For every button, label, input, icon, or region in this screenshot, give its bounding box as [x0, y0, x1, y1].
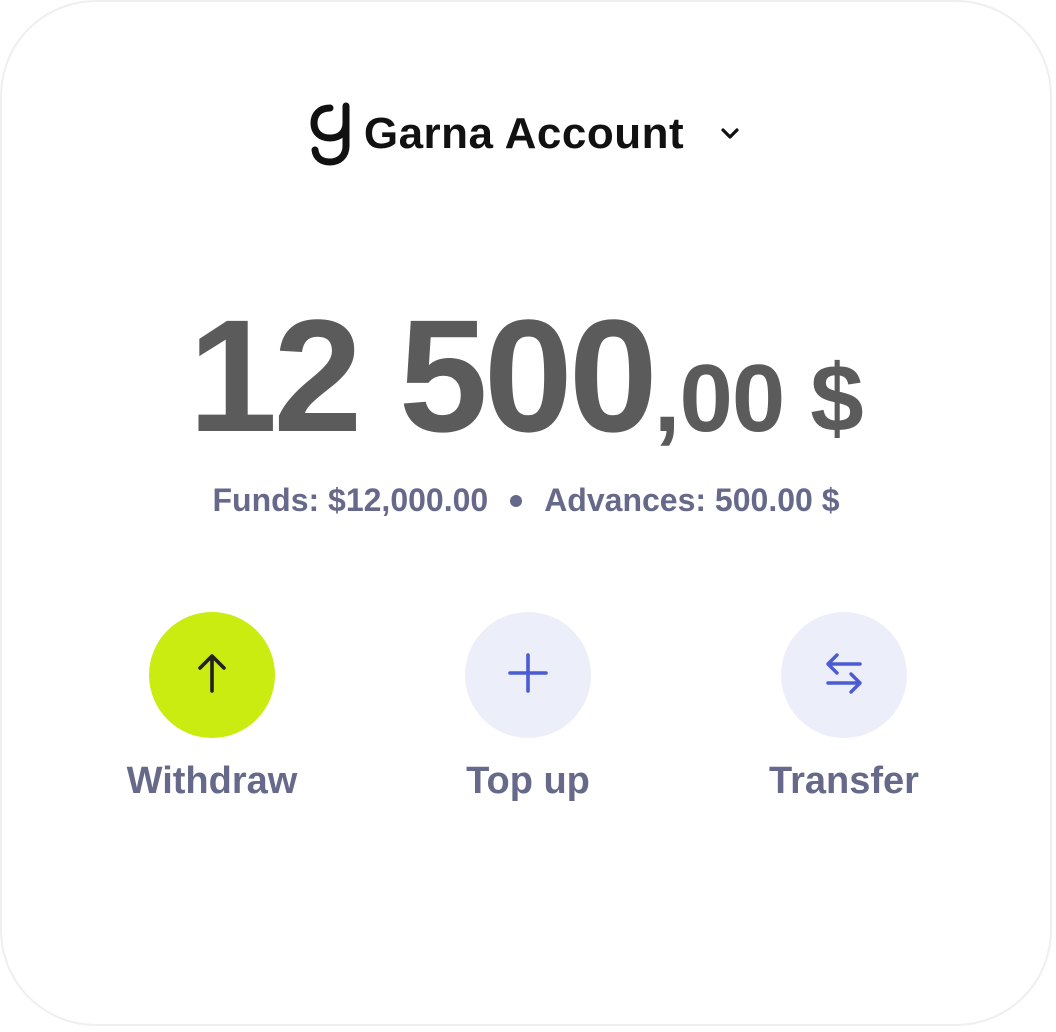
- withdraw-label: Withdraw: [126, 760, 298, 802]
- withdraw-circle[interactable]: [149, 612, 275, 738]
- top-up-label: Top up: [466, 760, 590, 802]
- top-up-circle[interactable]: [465, 612, 591, 738]
- action-buttons: Withdraw Top up Transfer: [2, 612, 1050, 832]
- top-up-button[interactable]: Top up: [398, 612, 658, 803]
- transfer-circle[interactable]: [781, 612, 907, 738]
- garna-logo-icon: [310, 102, 350, 166]
- account-name: Garna Account: [363, 109, 685, 158]
- balance-cents: ,00: [653, 345, 785, 452]
- transfer-arrows-icon: [820, 649, 868, 702]
- separator-dot: [510, 494, 523, 507]
- transfer-label: Transfer: [769, 760, 919, 802]
- advances-text: Advances: 500.00 $: [544, 482, 840, 518]
- balance-whole: 12 500: [188, 286, 657, 465]
- transfer-button[interactable]: Transfer: [714, 612, 974, 803]
- chevron-down-icon[interactable]: [718, 122, 742, 146]
- balance-amount: 12 500,00 $: [2, 284, 1050, 468]
- withdraw-button[interactable]: Withdraw: [82, 612, 342, 803]
- arrow-up-icon: [192, 649, 232, 702]
- plus-icon: [506, 651, 550, 700]
- balance-currency: $: [810, 345, 864, 452]
- funds-text: Funds: $12,000.00: [212, 482, 489, 518]
- account-selector[interactable]: Garna Account: [2, 102, 1050, 166]
- account-card: Garna Account 12 500,00 $ Funds: $12,000.…: [0, 0, 1052, 1026]
- balance-breakdown: Funds: $12,000.00 Advances: 500.00 $: [2, 482, 1050, 519]
